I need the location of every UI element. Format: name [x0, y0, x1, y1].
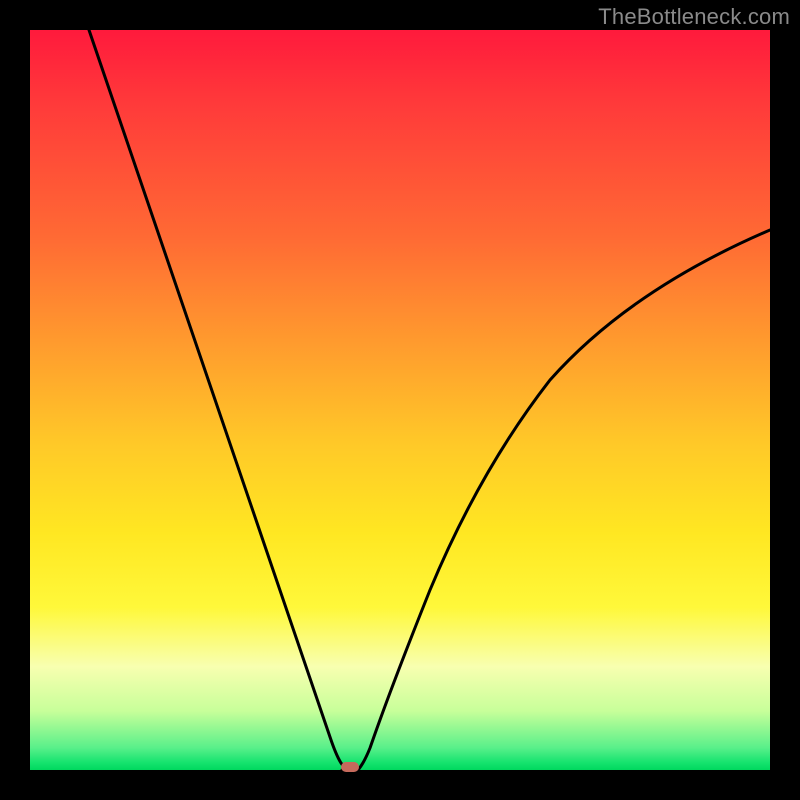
curve-right-branch: [358, 230, 770, 770]
plot-area: [30, 30, 770, 770]
optimal-marker: [341, 762, 359, 772]
chart-frame: TheBottleneck.com: [0, 0, 800, 800]
curve-left-branch: [89, 30, 350, 770]
watermark-text: TheBottleneck.com: [598, 4, 790, 30]
bottleneck-curve: [30, 30, 770, 770]
